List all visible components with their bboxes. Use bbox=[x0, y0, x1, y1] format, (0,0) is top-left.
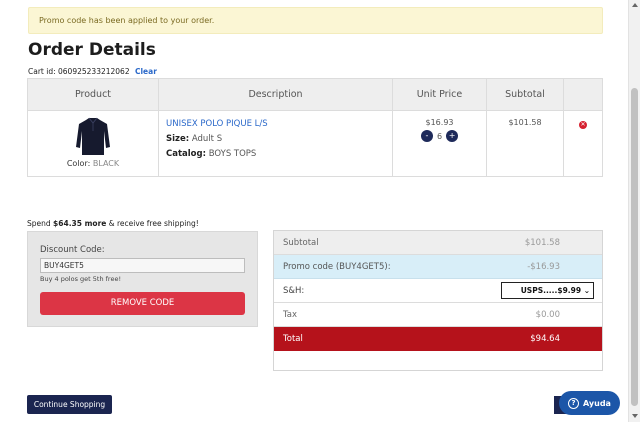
discount-hint: Buy 4 polos get 5th free! bbox=[40, 275, 122, 283]
promo-value: -$16.93 bbox=[527, 262, 560, 272]
remove-cell: ✕ bbox=[563, 110, 603, 177]
unit-price: $16.93 bbox=[425, 118, 454, 127]
help-button[interactable]: ? Ayuda bbox=[559, 391, 620, 415]
continue-shopping-button[interactable]: Continue Shopping bbox=[27, 395, 112, 414]
discount-label: Discount Code: bbox=[40, 245, 105, 255]
summary-promo-row: Promo code (BUY4GET5): -$16.93 bbox=[274, 255, 602, 279]
discount-code-input[interactable]: BUY4GET5 bbox=[40, 258, 245, 273]
remove-item-icon[interactable]: ✕ bbox=[579, 121, 587, 129]
total-value: $94.64 bbox=[530, 334, 560, 344]
order-table: Product Description Unit Price Subtotal … bbox=[27, 78, 603, 177]
shipping-suffix: & receive free shipping! bbox=[108, 219, 199, 228]
cart-id-value: 060925233212062 bbox=[58, 67, 130, 76]
product-name-link[interactable]: UNISEX POLO PIQUE L/S bbox=[166, 117, 392, 132]
help-icon: ? bbox=[568, 397, 580, 409]
shipping-method-select[interactable]: USPS.....$9.99 ⌄ bbox=[501, 282, 594, 299]
color-label: Color: bbox=[66, 159, 91, 168]
description-cell: UNISEX POLO PIQUE L/S Size: Adult S Cata… bbox=[158, 110, 393, 177]
unit-price-cell: $16.93 - 6 + bbox=[392, 110, 487, 177]
summary-total-row: Total $94.64 bbox=[274, 327, 602, 351]
shipping-prefix: Spend bbox=[27, 219, 51, 228]
tax-label: Tax bbox=[283, 310, 298, 320]
cart-id-label: Cart id: bbox=[28, 67, 56, 76]
summary-subtotal-row: Subtotal $101.58 bbox=[274, 231, 602, 255]
shipping-selected: USPS.....$9.99 bbox=[520, 286, 582, 295]
promo-applied-alert: Promo code has been applied to your orde… bbox=[28, 7, 603, 34]
subtotal-value: $101.58 bbox=[524, 238, 560, 248]
size-label: Size: bbox=[166, 134, 190, 144]
product-thumbnail[interactable] bbox=[75, 117, 111, 157]
line-subtotal: $101.58 bbox=[508, 118, 542, 127]
header-subtotal: Subtotal bbox=[486, 78, 564, 111]
page-title: Order Details bbox=[28, 40, 156, 60]
subtotal-cell: $101.58 bbox=[486, 110, 564, 177]
tax-value: $0.00 bbox=[535, 310, 560, 320]
discount-panel: Discount Code: BUY4GET5 Buy 4 polos get … bbox=[27, 231, 258, 327]
scroll-down-arrow-icon[interactable] bbox=[632, 414, 638, 418]
catalog-label: Catalog: bbox=[166, 149, 207, 159]
total-label: Total bbox=[283, 334, 303, 344]
free-shipping-note: Spend $64.35 more & receive free shippin… bbox=[27, 219, 199, 228]
quantity-stepper: - 6 + bbox=[393, 130, 486, 142]
cart-id-line: Cart id: 060925233212062 Clear bbox=[28, 67, 157, 76]
order-summary: Subtotal $101.58 Promo code (BUY4GET5): … bbox=[273, 230, 603, 371]
color-value: BLACK bbox=[92, 159, 120, 168]
remove-code-button[interactable]: REMOVE CODE bbox=[40, 292, 245, 315]
qty-increase-button[interactable]: + bbox=[446, 130, 459, 142]
summary-shipping-row: S&H: USPS.....$9.99 ⌄ bbox=[274, 279, 602, 303]
subtotal-label: Subtotal bbox=[283, 238, 319, 248]
page-scrollbar[interactable] bbox=[628, 0, 640, 422]
catalog-line: Catalog: BOYS TOPS bbox=[166, 147, 392, 162]
shipping-label: S&H: bbox=[283, 286, 305, 296]
quantity-value: 6 bbox=[436, 131, 443, 141]
chevron-down-icon: ⌄ bbox=[583, 286, 590, 295]
qty-decrease-button[interactable]: - bbox=[420, 130, 433, 142]
catalog-value: BOYS TOPS bbox=[208, 149, 257, 159]
promo-label: Promo code (BUY4GET5): bbox=[283, 262, 391, 272]
header-product: Product bbox=[27, 78, 159, 111]
shipping-amount: $64.35 more bbox=[53, 219, 107, 228]
help-label: Ayuda bbox=[583, 398, 611, 408]
size-line: Size: Adult S bbox=[166, 132, 392, 147]
scroll-up-arrow-icon[interactable] bbox=[632, 3, 638, 7]
scrollbar-thumb[interactable] bbox=[631, 88, 638, 406]
product-cell: Color: BLACK bbox=[27, 110, 159, 177]
table-row: Color: BLACK UNISEX POLO PIQUE L/S Size:… bbox=[27, 110, 603, 177]
header-description: Description bbox=[158, 78, 393, 111]
header-remove bbox=[563, 78, 603, 111]
summary-tax-row: Tax $0.00 bbox=[274, 303, 602, 327]
clear-cart-link[interactable]: Clear bbox=[135, 67, 157, 76]
header-unit-price: Unit Price bbox=[392, 78, 487, 111]
size-value: Adult S bbox=[191, 134, 223, 144]
